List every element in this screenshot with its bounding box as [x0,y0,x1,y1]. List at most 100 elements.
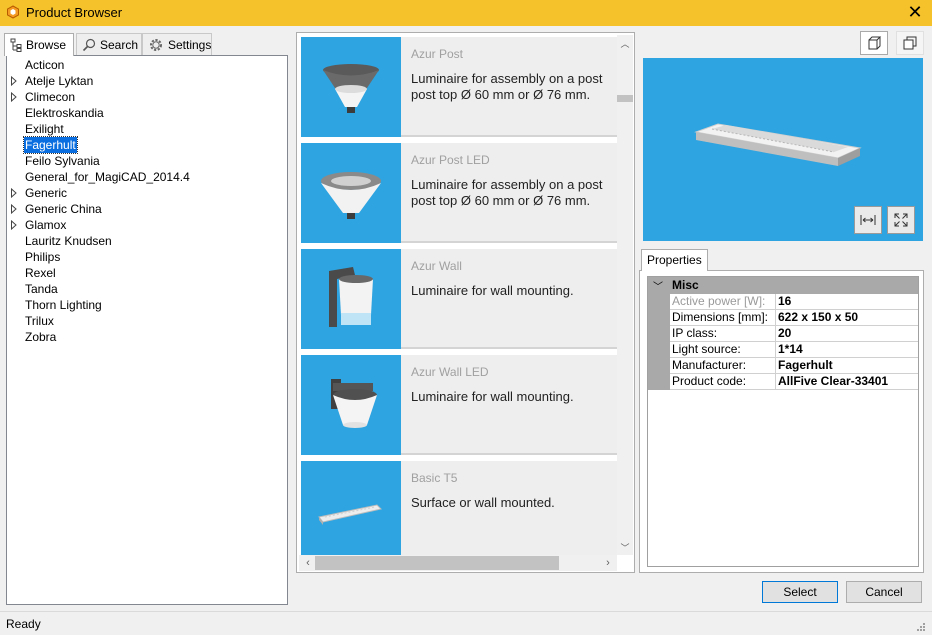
property-row-gutter [648,294,670,310]
scroll-up-icon[interactable]: ︿ [617,37,633,51]
tree-item-label: Feilo Sylvania [25,154,100,168]
product-card[interactable]: Azur Post LED Luminaire for assembly on a… [301,143,617,243]
tree-item-label: Generic [25,186,68,200]
tree-item-label: Elektroskandia [25,106,104,120]
property-value[interactable]: AllFive Clear-33401 [776,374,918,390]
luminaire-preview-icon [694,123,862,166]
view-3d-button[interactable] [860,31,888,55]
property-row-gutter [648,358,670,374]
property-row[interactable]: Light source: 1*14 [648,342,918,358]
properties-panel: Properties ﹀ Misc Active power [W]: 16 Dim… [639,249,924,573]
property-category[interactable]: ﹀ Misc [648,277,918,294]
tree-item[interactable]: Trilux [7,313,287,329]
product-preview[interactable] [643,58,923,241]
property-name: IP class: [670,326,776,342]
tree-item-label: Generic China [25,202,102,216]
product-card[interactable]: Basic T5 Surface or wall mounted. [301,461,617,561]
close-button[interactable]: ✕ [898,0,932,26]
tree-item[interactable]: Climecon [7,89,287,105]
tab-search-label: Search [100,37,139,52]
title-bar: Product Browser ✕ [0,0,932,26]
chevron-down-icon[interactable]: ﹀ [653,278,663,293]
tree-item-label: Climecon [25,90,76,104]
tree-item[interactable]: General_for_MagiCAD_2014.4 [7,169,287,185]
tab-properties[interactable]: Properties [641,249,708,271]
tree-item-label: Atelje Lyktan [25,74,94,88]
cancel-button[interactable]: Cancel [846,581,922,603]
property-row[interactable]: Product code: AllFive Clear-33401 [648,374,918,390]
product-list[interactable]: Azur Post Luminaire for assembly on a pos… [296,32,635,573]
tab-browse[interactable]: Browse [4,33,74,56]
search-icon [82,38,96,51]
property-row[interactable]: Dimensions [mm]: 622 x 150 x 50 [648,310,918,326]
close-icon: ✕ [907,2,923,22]
tree-item[interactable]: Atelje Lyktan [7,73,287,89]
tree-item[interactable]: Zobra [7,329,287,345]
hscroll-thumb[interactable] [315,556,559,570]
tree-item[interactable]: Lauritz Knudsen [7,233,287,249]
property-value[interactable]: 622 x 150 x 50 [776,310,918,326]
scroll-left-icon[interactable]: ‹ [301,555,315,571]
expand-arrow-icon[interactable] [10,76,18,86]
property-row[interactable]: IP class: 20 [648,326,918,342]
resize-grip-icon[interactable] [912,620,926,634]
tree-item[interactable]: Thorn Lighting [7,297,287,313]
select-button[interactable]: Select [762,581,838,603]
fit-width-button[interactable] [854,206,882,234]
product-list-vscrollbar[interactable]: ︿ ﹀ [617,35,633,555]
property-row-gutter [648,342,670,358]
copy-windows-icon [903,36,917,50]
app-icon [7,5,19,19]
property-row-gutter [648,326,670,342]
product-name: Basic T5 [411,471,458,485]
view-multi-button[interactable] [896,31,924,55]
properties-body: ﹀ Misc Active power [W]: 16 Dimensions [mm… [639,270,924,573]
tree-item-label: Zobra [25,330,57,344]
property-value[interactable]: 20 [776,326,918,342]
tree-item[interactable]: Tanda [7,281,287,297]
vscroll-thumb[interactable] [617,95,633,102]
wall-led-luminaire-icon [301,355,401,455]
tree-item-label: Glamox [25,218,67,232]
property-value[interactable]: 1*14 [776,342,918,358]
tree-item[interactable]: Generic China [7,201,287,217]
tab-search[interactable]: Search [76,33,142,55]
expand-arrow-icon[interactable] [10,204,18,214]
tree-item-label: Lauritz Knudsen [25,234,112,248]
product-description: Luminaire for wall mounting. [411,389,574,404]
product-card[interactable]: Azur Post Luminaire for assembly on a pos… [301,37,617,137]
expand-arrow-icon[interactable] [10,188,18,198]
tree-item[interactable]: Rexel [7,265,287,281]
product-list-hscrollbar[interactable]: ‹ › [299,555,617,571]
property-name: Product code: [670,374,776,390]
expand-arrow-icon[interactable] [10,92,18,102]
tree-item[interactable]: Feilo Sylvania [7,153,287,169]
property-grid[interactable]: ﹀ Misc Active power [W]: 16 Dimensions [mm… [647,276,919,567]
tab-settings[interactable]: Settings [142,33,212,55]
manufacturer-tree[interactable]: Acticon Atelje Lyktan Climecon Elektroskand… [6,55,288,605]
property-value[interactable]: Fagerhult [776,358,918,374]
product-description: Luminaire for assembly on a post post to… [411,177,603,208]
tree-item[interactable]: Elektroskandia [7,105,287,121]
product-card[interactable]: Azur Wall LED Luminaire for wall mounting… [301,355,617,455]
product-description: Surface or wall mounted. [411,495,555,510]
product-card[interactable]: Azur Wall Luminaire for wall mounting. [301,249,617,349]
tree-item[interactable]: Philips [7,249,287,265]
fullscreen-button[interactable] [887,206,915,234]
product-description: Luminaire for wall mounting. [411,283,574,298]
property-row[interactable]: Active power [W]: 16 [648,294,918,310]
tree-item[interactable]: Fagerhult [7,136,287,154]
scroll-down-icon[interactable]: ﹀ [617,541,633,555]
tree-item[interactable]: Acticon [7,57,287,73]
property-value[interactable]: 16 [776,294,918,310]
product-description: Luminaire for assembly on a post post to… [411,71,603,102]
tree-item[interactable]: Generic [7,185,287,201]
tree-item[interactable]: Glamox [7,217,287,233]
expand-arrow-icon[interactable] [10,220,18,230]
window-title: Product Browser [26,5,123,20]
tab-browse-label: Browse [26,38,67,52]
scroll-right-icon[interactable]: › [601,555,615,571]
property-row[interactable]: Manufacturer: Fagerhult [648,358,918,374]
product-name: Azur Post LED [411,153,490,167]
tree-item[interactable]: Exilight [7,121,287,137]
